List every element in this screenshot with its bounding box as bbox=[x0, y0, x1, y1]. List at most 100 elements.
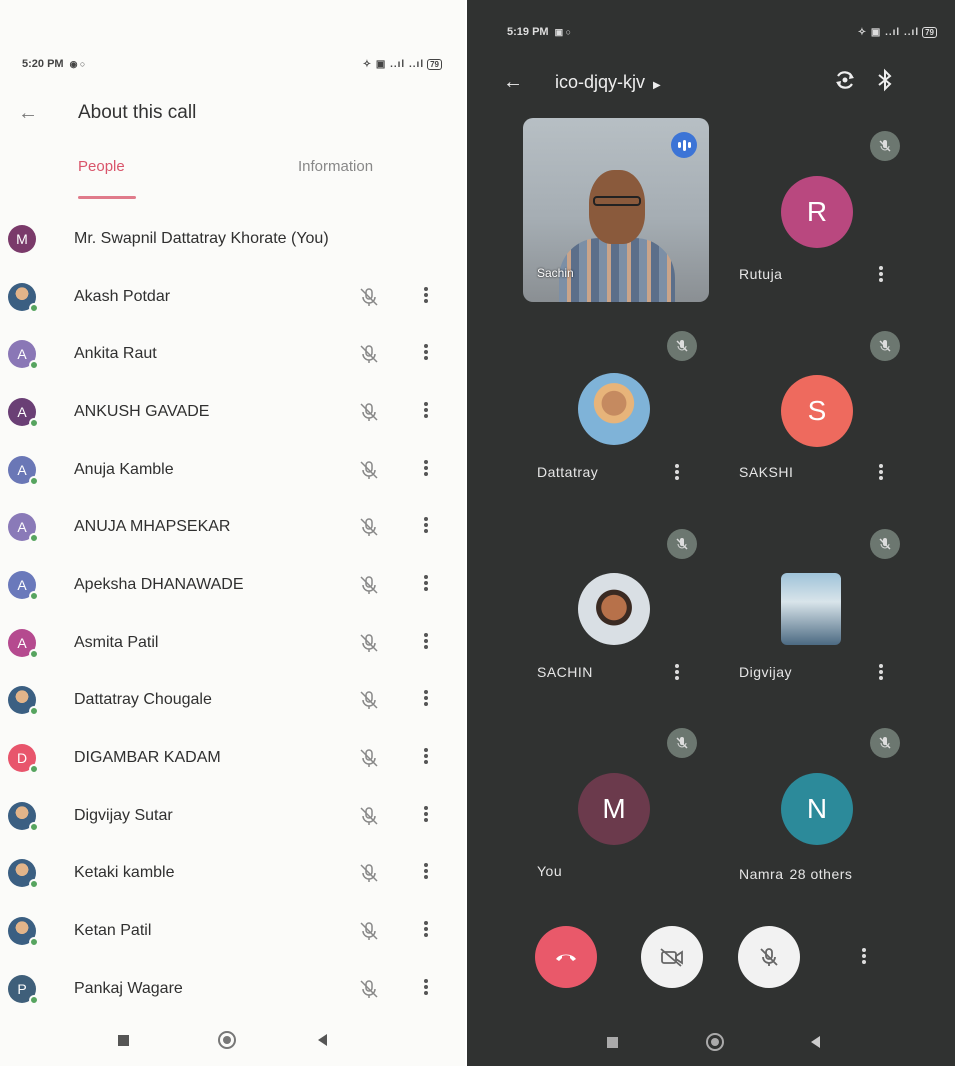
mic-off-icon[interactable] bbox=[358, 747, 380, 769]
participant-avatar: M bbox=[8, 224, 36, 253]
participant-row[interactable]: Digvijay Sutar bbox=[8, 787, 448, 845]
mic-off-icon[interactable] bbox=[358, 805, 380, 827]
back-icon[interactable] bbox=[811, 1036, 820, 1048]
home-icon[interactable] bbox=[218, 1031, 236, 1049]
avatar-initial: A bbox=[17, 634, 27, 651]
mic-off-icon[interactable] bbox=[358, 459, 380, 481]
muted-mic-icon bbox=[667, 728, 697, 758]
dattatray-avatar[interactable] bbox=[578, 373, 650, 445]
participant-name: Dattatray Chougale bbox=[74, 691, 212, 709]
switch-camera-icon[interactable] bbox=[833, 68, 857, 92]
participant-row[interactable]: D DIGAMBAR KADAM bbox=[8, 729, 448, 787]
participant-row[interactable]: M Mr. Swapnil Dattatray Khorate (You) bbox=[8, 210, 448, 268]
participant-row[interactable]: A Anuja Kamble bbox=[8, 441, 448, 499]
participant-name: Asmita Patil bbox=[74, 633, 159, 651]
others-count: 28 others bbox=[789, 866, 853, 882]
more-options-icon[interactable] bbox=[859, 946, 869, 970]
others-tile-label[interactable]: Namra 28 others bbox=[739, 866, 852, 882]
more-options-icon[interactable] bbox=[420, 515, 432, 539]
participant-row[interactable]: A ANUJA MHAPSEKAR bbox=[8, 498, 448, 556]
signal-icons: ✧ ▣ ..ıl ..ıl bbox=[362, 58, 425, 70]
recents-icon[interactable] bbox=[118, 1035, 129, 1046]
online-status-dot bbox=[29, 417, 39, 428]
meeting-code[interactable]: ico-djqy-kjv ▶ bbox=[555, 72, 661, 93]
back-icon[interactable] bbox=[318, 1034, 327, 1046]
sachin-avatar[interactable] bbox=[578, 573, 650, 645]
more-options-icon[interactable] bbox=[420, 342, 432, 366]
rutuja-avatar[interactable]: R bbox=[781, 176, 853, 248]
mic-off-icon[interactable] bbox=[358, 286, 380, 308]
mic-off-icon[interactable] bbox=[358, 343, 380, 365]
participant-name: Apeksha DHANAWADE bbox=[74, 575, 244, 593]
mic-off-icon[interactable] bbox=[358, 516, 380, 538]
more-options-icon[interactable] bbox=[420, 573, 432, 597]
participant-name: Ketan Patil bbox=[74, 922, 152, 940]
mic-off-icon[interactable] bbox=[358, 862, 380, 884]
mic-off-icon[interactable] bbox=[358, 574, 380, 596]
meeting-panel: 5:19 PM ▣ ○ ✧ ▣ ..ıl ..ıl 79 ← ico-djqy-… bbox=[467, 0, 955, 1066]
online-status-dot bbox=[29, 706, 39, 717]
participant-row[interactable]: A Ankita Raut bbox=[8, 325, 448, 383]
mic-toggle-button[interactable] bbox=[738, 926, 800, 988]
participant-row[interactable]: A Asmita Patil bbox=[8, 614, 448, 672]
more-options-icon[interactable] bbox=[420, 977, 432, 1001]
tab-people[interactable]: People bbox=[78, 158, 125, 175]
participant-name: Mr. Swapnil Dattatray Khorate (You) bbox=[74, 229, 329, 247]
more-options-icon[interactable] bbox=[420, 688, 432, 712]
digvijay-more-icon[interactable] bbox=[876, 662, 886, 684]
tab-information[interactable]: Information bbox=[298, 158, 373, 175]
mic-off-icon[interactable] bbox=[358, 978, 380, 1000]
sakshi-avatar[interactable]: S bbox=[781, 375, 853, 447]
participant-row[interactable]: A Apeksha DHANAWADE bbox=[8, 556, 448, 614]
rutuja-more-icon[interactable] bbox=[876, 264, 886, 286]
back-arrow-icon[interactable]: ← bbox=[503, 71, 529, 94]
others-first-name: Namra bbox=[739, 866, 784, 882]
participant-row[interactable]: P Pankaj Wagare bbox=[8, 960, 448, 1018]
mic-off-icon[interactable] bbox=[358, 920, 380, 942]
battery-icon: 79 bbox=[427, 58, 442, 70]
participant-avatar: A bbox=[8, 397, 39, 428]
video-tile-sachin[interactable]: Sachin bbox=[523, 118, 709, 302]
more-options-icon[interactable] bbox=[420, 804, 432, 828]
battery-icon: 79 bbox=[922, 26, 937, 38]
status-time: 5:20 PM bbox=[22, 58, 64, 70]
digvijay-avatar[interactable] bbox=[781, 573, 841, 645]
mic-off-icon[interactable] bbox=[358, 401, 380, 423]
camera-toggle-button[interactable] bbox=[641, 926, 703, 988]
meeting-code-text: ico-djqy-kjv bbox=[555, 71, 646, 92]
participant-avatar: A bbox=[8, 340, 39, 371]
participant-row[interactable]: Akash Potdar bbox=[8, 268, 448, 326]
bluetooth-audio-icon[interactable] bbox=[875, 68, 895, 92]
participant-row[interactable]: Ketaki kamble bbox=[8, 845, 448, 903]
recents-icon[interactable] bbox=[607, 1037, 618, 1048]
more-options-icon[interactable] bbox=[420, 919, 432, 943]
back-arrow-icon[interactable]: ← bbox=[18, 102, 44, 125]
more-options-icon[interactable] bbox=[420, 285, 432, 309]
more-options-icon[interactable] bbox=[420, 861, 432, 885]
more-options-icon[interactable] bbox=[420, 400, 432, 424]
sachin-more-icon[interactable] bbox=[672, 662, 682, 684]
sachin-name: SACHIN bbox=[537, 664, 593, 680]
dattatray-more-icon[interactable] bbox=[672, 462, 682, 484]
participant-name: Digvijay Sutar bbox=[74, 806, 173, 824]
online-status-dot bbox=[29, 821, 39, 832]
more-options-icon[interactable] bbox=[420, 746, 432, 770]
participant-name: Ankita Raut bbox=[74, 345, 157, 363]
participant-row[interactable]: A ANKUSH GAVADE bbox=[8, 383, 448, 441]
more-options-icon[interactable] bbox=[420, 631, 432, 655]
avatar-initial: M bbox=[16, 230, 28, 247]
mic-off-icon[interactable] bbox=[358, 689, 380, 711]
mic-off-icon[interactable] bbox=[358, 632, 380, 654]
home-icon[interactable] bbox=[706, 1033, 724, 1051]
avatar-initial: A bbox=[17, 519, 27, 536]
caret-right-icon: ▶ bbox=[653, 79, 661, 91]
online-status-dot bbox=[29, 475, 39, 486]
participant-avatar bbox=[8, 801, 39, 832]
others-avatar[interactable]: N bbox=[781, 773, 853, 845]
sakshi-more-icon[interactable] bbox=[876, 462, 886, 484]
you-avatar[interactable]: M bbox=[578, 773, 650, 845]
end-call-button[interactable] bbox=[535, 926, 597, 988]
participant-row[interactable]: Dattatray Chougale bbox=[8, 672, 448, 730]
participant-row[interactable]: Ketan Patil bbox=[8, 902, 448, 960]
more-options-icon[interactable] bbox=[420, 458, 432, 482]
